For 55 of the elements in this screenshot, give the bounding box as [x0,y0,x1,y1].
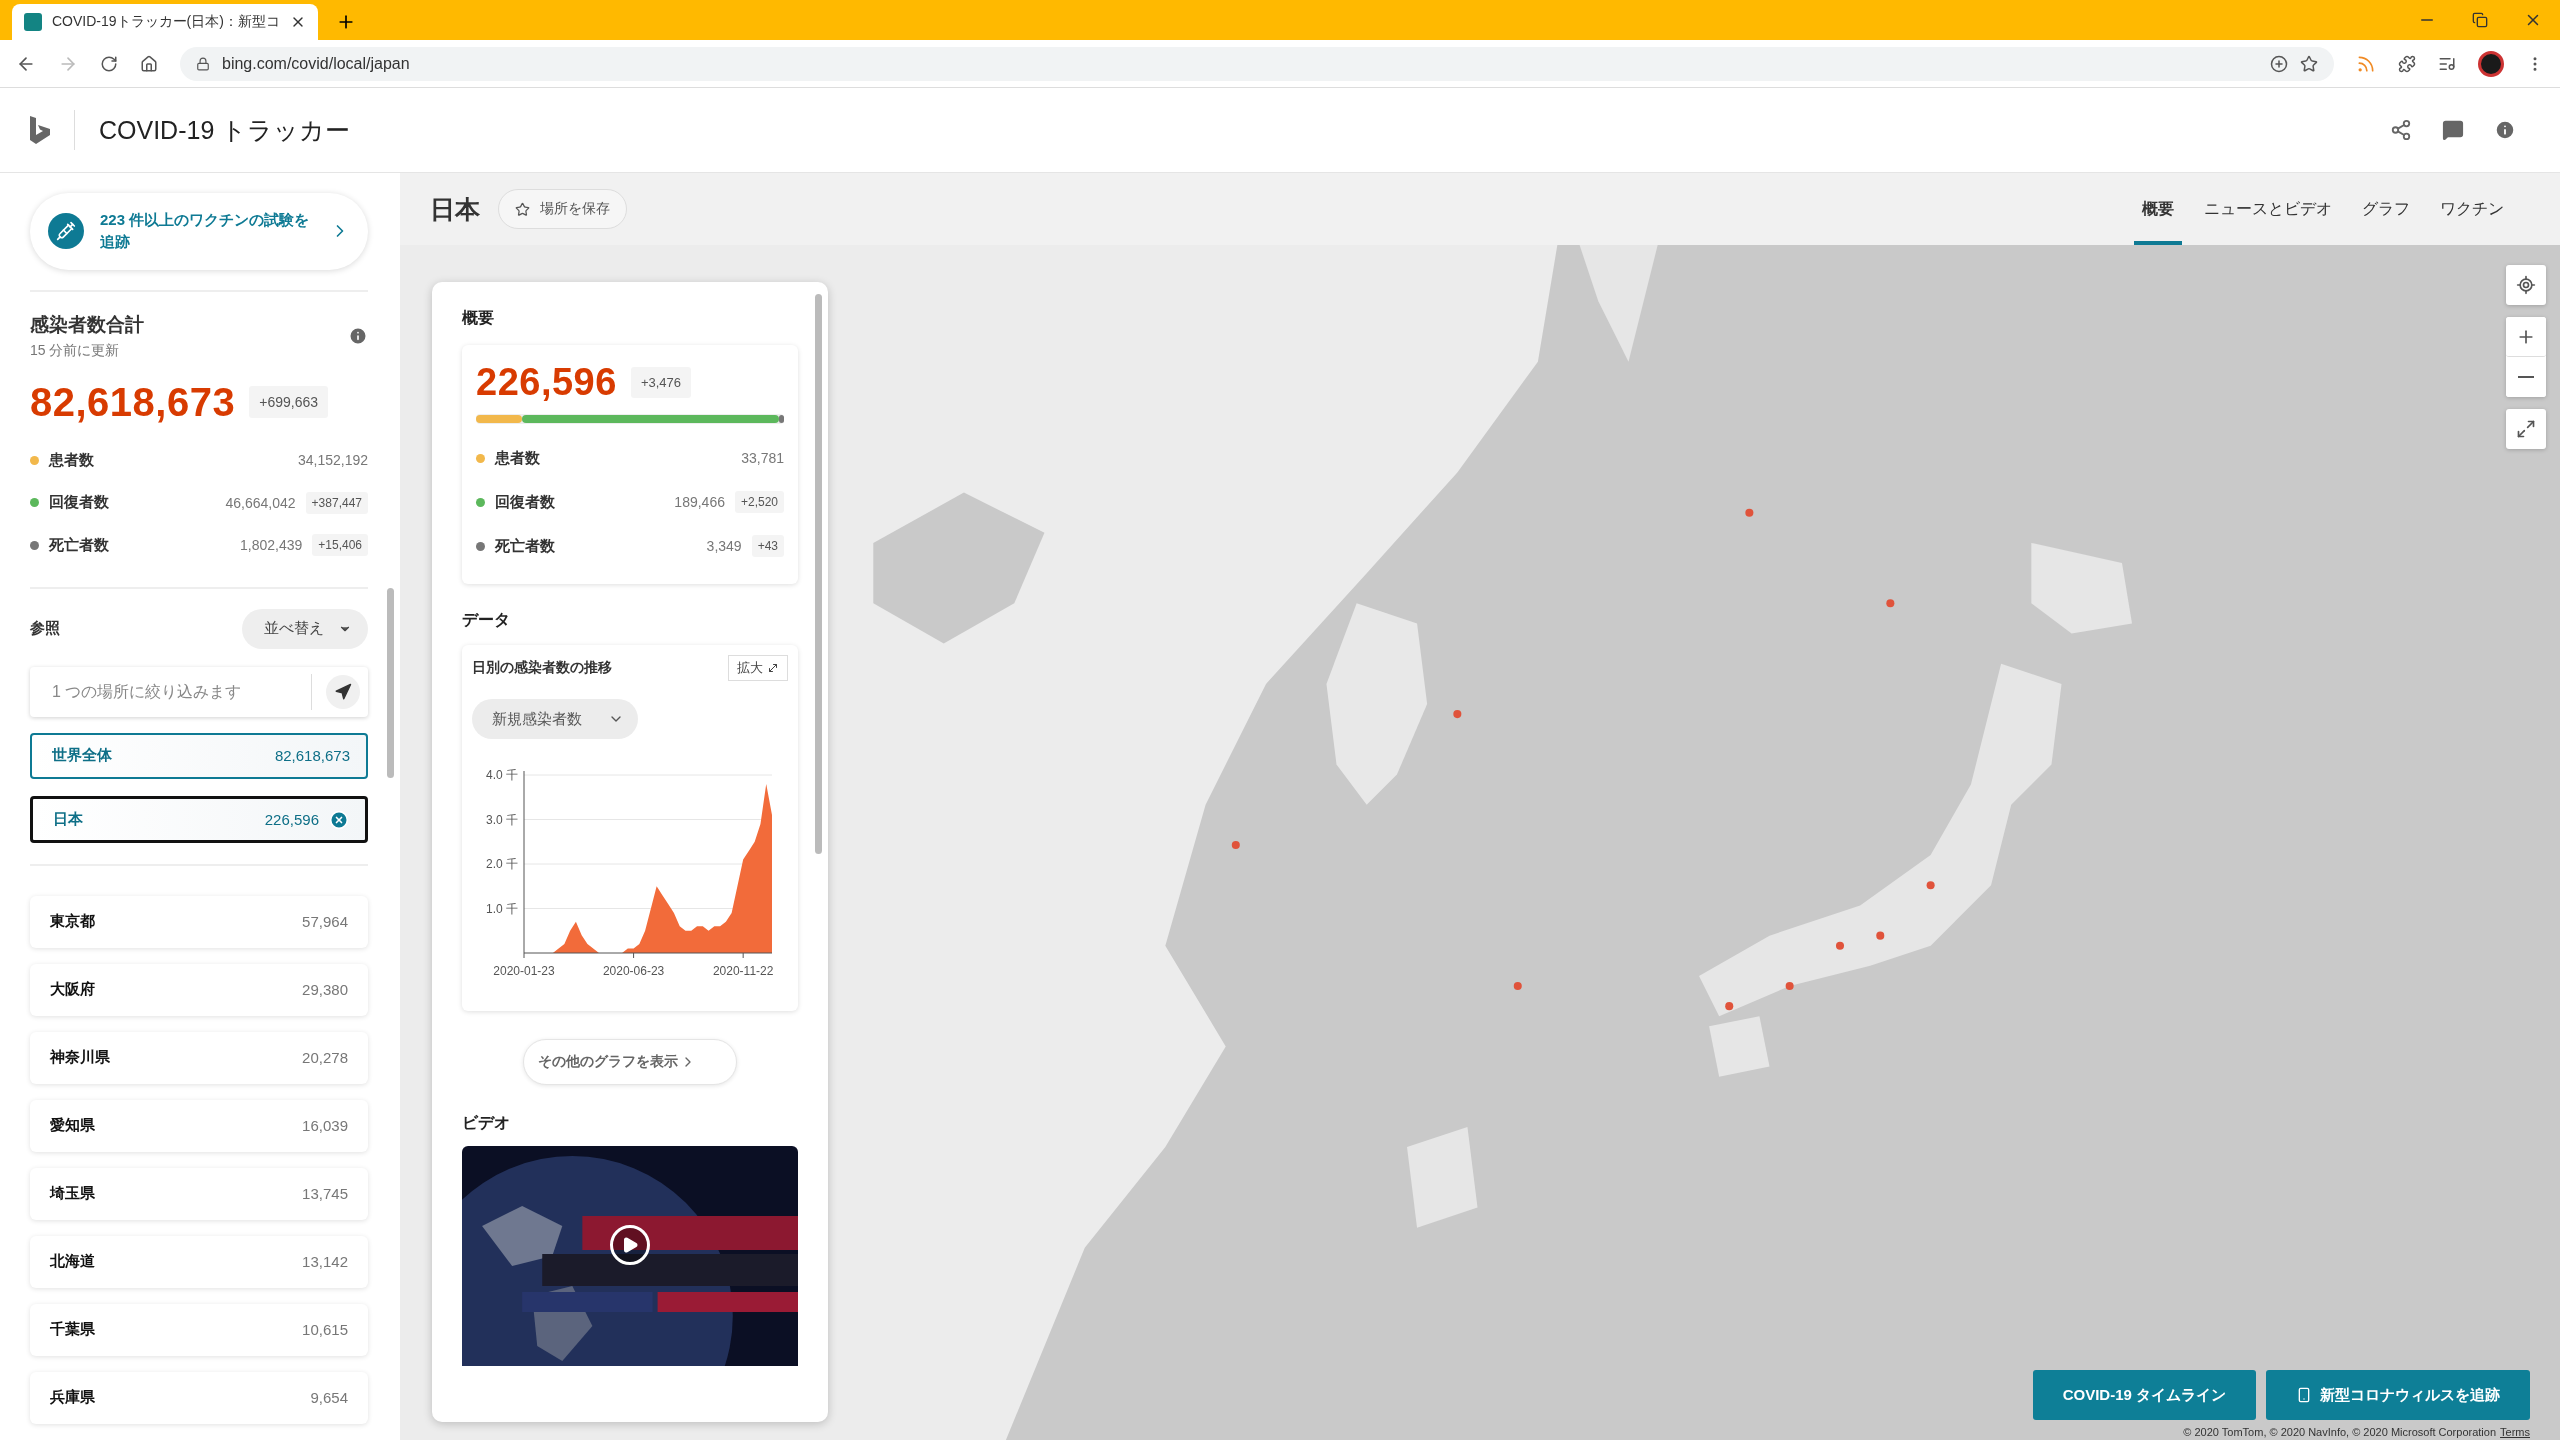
share-icon[interactable] [2390,119,2412,141]
delta-badge: +15,406 [312,534,368,557]
tab-title: COVID-19トラッカー(日本)：新型コ [52,13,280,31]
sort-dropdown[interactable]: 並べ替え [242,608,368,649]
address-bar[interactable]: bing.com/covid/local/japan [180,46,2334,81]
scrollbar[interactable] [387,588,394,778]
stat-value: 1,802,439 [240,537,303,554]
add-circle-icon[interactable] [2270,54,2288,73]
stat-label: 患者数 [49,450,95,470]
region-item[interactable]: 埼玉県 13,745 [30,1168,368,1220]
home-icon[interactable] [140,54,158,73]
stat-label: 回復者数 [49,493,110,513]
star-icon [515,201,530,217]
url-text: bing.com/covid/local/japan [222,54,411,73]
extensions-icon[interactable] [2398,54,2416,73]
section-heading: 参照 [30,619,60,639]
profile-avatar[interactable] [2478,50,2504,77]
restore-icon[interactable] [2472,12,2488,28]
region-item[interactable]: 愛知県 16,039 [30,1100,368,1152]
region-item[interactable]: 千葉県 10,615 [30,1304,368,1356]
region-item[interactable]: 東京都 57,964 [30,896,368,948]
feedback-icon[interactable] [2442,119,2464,141]
region-item[interactable]: 神奈川県 20,278 [30,1032,368,1084]
clear-icon[interactable] [329,809,349,830]
region-item[interactable]: 兵庫県 9,654 [30,1372,368,1424]
stat-value: 34,152,192 [297,452,368,469]
bing-logo-icon [30,116,50,144]
vaccine-promo-button[interactable]: 223 件以上のワクチンの試験を追跡 [30,193,368,270]
info-icon[interactable] [2494,119,2516,141]
app-title: COVID-19 トラッカー [74,110,351,150]
favicon-icon [24,13,42,31]
section-heading: 感染者数合計 [30,312,144,337]
save-location-button[interactable]: 場所を保存 [498,189,627,229]
updated-text: 15 分前に更新 [30,341,121,360]
location-item[interactable]: 日本 226,596 [30,796,368,843]
nav-tab[interactable]: グラフ [2354,173,2418,245]
region-title: 日本 [430,193,480,225]
nav-tab[interactable]: ニュースとビデオ [2196,173,2340,245]
locate-button[interactable] [311,673,360,710]
nav-tab[interactable]: ワクチン [2432,173,2512,245]
stat-label: 死亡者数 [49,535,110,555]
region-item[interactable]: 北海道 13,142 [30,1236,368,1288]
delta-badge: +699,663 [249,386,328,419]
location-item[interactable]: 世界全体 82,618,673 [30,732,368,780]
lock-icon [196,56,210,71]
navigation-arrow-icon [334,682,352,701]
info-icon[interactable] [348,325,368,346]
reload-icon[interactable] [100,54,118,73]
browser-tab[interactable]: COVID-19トラッカー(日本)：新型コ [12,4,318,40]
syringe-icon [48,213,84,250]
delta-badge: +387,447 [305,491,368,514]
region-item[interactable]: 大阪府 29,380 [30,964,368,1016]
bookmark-star-icon[interactable] [2300,54,2318,73]
total-count: 82,618,673 [30,379,236,425]
stat-value: 46,664,042 [225,494,296,511]
